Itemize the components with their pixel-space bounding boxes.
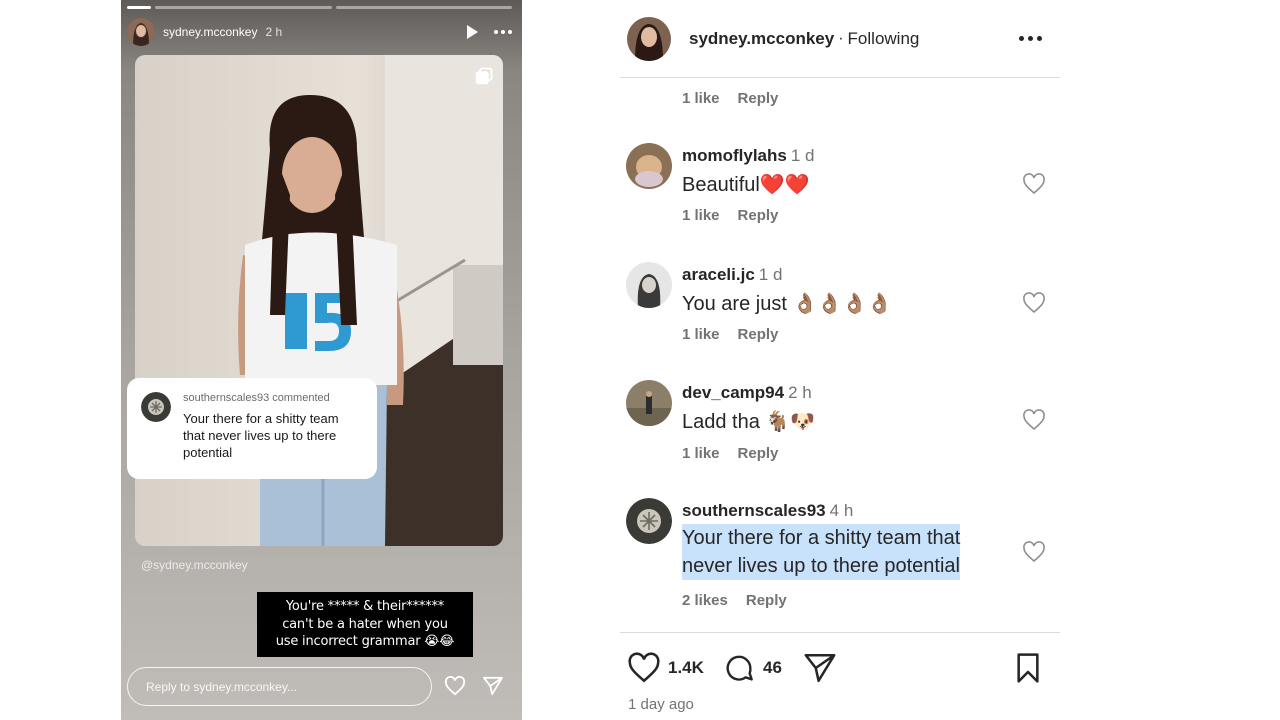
screenshot-stage: sydney.mcconkey 2 h @sydney.mcconkey sou… — [0, 0, 1280, 720]
comment-sticker[interactable]: southernscales93 commented Your there fo… — [127, 378, 377, 479]
heart-icon[interactable] — [1022, 409, 1046, 431]
comment-meta: 1 like Reply — [682, 326, 778, 343]
avatar-image — [626, 262, 672, 308]
story-username[interactable]: sydney.mcconkey — [163, 25, 257, 39]
comment-time: 4 h — [829, 501, 854, 520]
heart-icon[interactable] — [1022, 541, 1046, 563]
reply-button[interactable]: Reply — [738, 207, 779, 224]
reply-button[interactable]: Reply — [746, 592, 787, 609]
sticker-text: Your there for a shitty team that never … — [183, 411, 339, 460]
comment-avatar[interactable] — [626, 498, 672, 544]
comment-meta: 1 like Reply — [682, 207, 778, 224]
comment-text: You are just 👌🏽👌🏽👌🏽👌🏽 — [682, 293, 893, 315]
comment-text: Beautiful❤️❤️ — [682, 174, 810, 196]
avatar-image — [626, 143, 672, 189]
comment-time: 1 d — [790, 146, 815, 165]
copy-icon[interactable] — [475, 67, 493, 85]
caption-line: use incorrect grammar 😭😂 — [275, 634, 455, 649]
post-date: 1 day ago — [628, 696, 694, 713]
caption-line: You're ***** & their****** — [285, 599, 445, 614]
comment-text: Ladd tha 🐐🐶 — [682, 411, 816, 433]
comment-avatar[interactable] — [626, 262, 672, 308]
comment-time: 1 d — [758, 265, 783, 284]
heart-icon[interactable] — [444, 676, 466, 696]
comment-time: 2 h — [788, 383, 812, 402]
reply-placeholder: Reply to sydney.mcconkey... — [146, 679, 297, 694]
reply-button[interactable]: Reply — [738, 326, 779, 343]
post-avatar[interactable] — [627, 16, 671, 61]
save-action[interactable] — [1013, 652, 1043, 684]
like-count[interactable]: 1 like — [682, 90, 720, 107]
heart-icon[interactable] — [1022, 292, 1046, 314]
like-count[interactable]: 1 like — [682, 207, 720, 224]
story-timestamp: 2 h — [265, 25, 283, 39]
progress-segment — [335, 6, 512, 9]
comment-meta: 1 like Reply — [682, 90, 778, 107]
like-action[interactable]: 1.4K — [627, 652, 704, 684]
story-avatar[interactable] — [127, 18, 155, 46]
post-panel: sydney.mcconkey · Following 1 like Reply… — [620, 0, 1060, 720]
like-count[interactable]: 1 like — [682, 326, 720, 343]
progress-segment — [155, 6, 332, 9]
post-action-bar: 1.4K 46 — [620, 652, 1060, 688]
reply-button[interactable]: Reply — [738, 90, 779, 107]
comments-count: 46 — [763, 658, 782, 677]
comment-username[interactable]: momoflylahs — [682, 146, 787, 165]
send-icon[interactable] — [482, 676, 504, 696]
comment-action[interactable]: 46 — [722, 652, 782, 684]
comment-username[interactable]: southernscales93 — [682, 501, 826, 520]
share-action[interactable] — [803, 652, 837, 684]
avatar-image — [626, 380, 672, 426]
story-caption-box: You're ***** & their****** can't be a ha… — [257, 592, 473, 657]
post-username[interactable]: sydney.mcconkey — [689, 29, 834, 49]
commenter-avatar — [141, 392, 171, 422]
separator-dot: · — [838, 29, 844, 47]
likes-count: 1.4K — [668, 658, 704, 677]
post-header: sydney.mcconkey · Following — [620, 0, 1060, 78]
comment-icon[interactable] — [722, 652, 756, 684]
caption-line: can't be a hater when you — [282, 616, 448, 632]
play-icon[interactable] — [467, 25, 478, 39]
comment-text-line: never lives up to there potential — [682, 552, 960, 580]
progress-segment — [127, 6, 151, 9]
reply-button[interactable]: Reply — [738, 445, 779, 462]
comment-meta: 2 likes Reply — [682, 592, 787, 609]
following-button[interactable]: Following — [848, 29, 920, 49]
story-progress-bar — [127, 6, 512, 9]
avatar-image — [626, 498, 672, 544]
sticker-meta: southernscales93 commented — [183, 392, 330, 404]
bookmark-icon[interactable] — [1013, 652, 1043, 684]
comment-text-line: Your there for a shitty team that — [682, 524, 961, 552]
comment-avatar[interactable] — [626, 380, 672, 426]
avatar-image — [627, 16, 671, 61]
divider — [620, 632, 1060, 633]
comment-username[interactable]: dev_camp94 — [682, 383, 784, 402]
story-viewer: sydney.mcconkey 2 h @sydney.mcconkey sou… — [121, 0, 522, 720]
comment-username[interactable]: araceli.jc — [682, 265, 755, 284]
send-icon[interactable] — [803, 652, 837, 684]
comment-meta: 1 like Reply — [682, 445, 778, 462]
like-count[interactable]: 2 likes — [682, 592, 728, 609]
avatar-image — [127, 18, 155, 46]
more-options-icon[interactable] — [494, 30, 512, 34]
story-mention[interactable]: @sydney.mcconkey — [141, 558, 248, 572]
heart-icon[interactable] — [1022, 173, 1046, 195]
heart-icon[interactable] — [627, 652, 661, 684]
more-options-icon[interactable] — [1019, 36, 1042, 41]
comment-avatar[interactable] — [626, 143, 672, 189]
like-count[interactable]: 1 like — [682, 445, 720, 462]
story-header: sydney.mcconkey 2 h — [127, 16, 512, 48]
story-reply-input[interactable]: Reply to sydney.mcconkey... — [127, 667, 432, 706]
